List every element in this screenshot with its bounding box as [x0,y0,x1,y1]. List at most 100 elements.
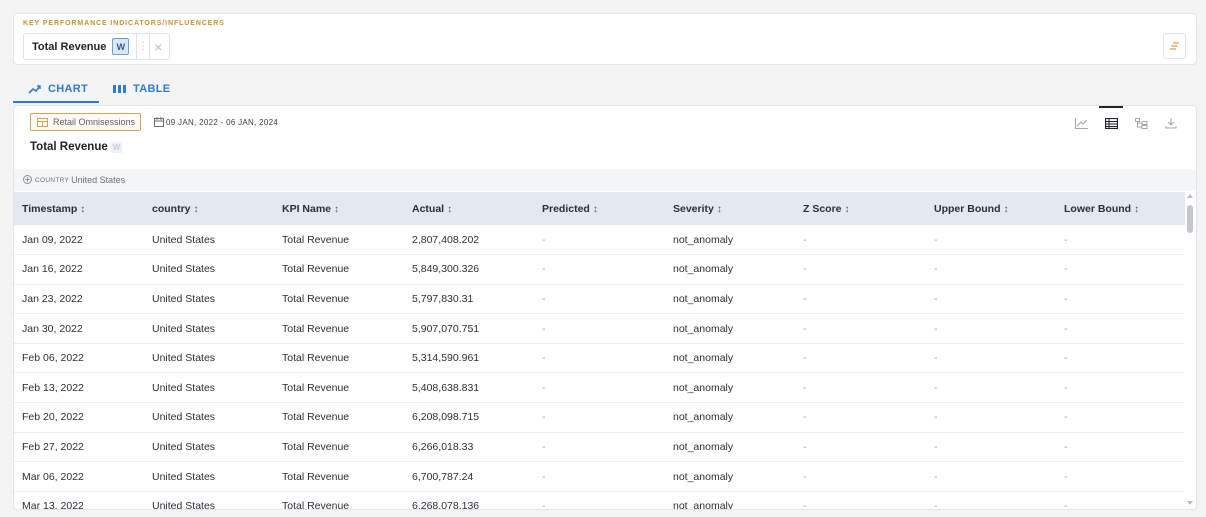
sort-icon[interactable]: ↕ [593,204,598,215]
drag-handle-icon[interactable]: ⋮ [137,41,149,52]
table-cell: - [803,470,807,483]
chart-view-button[interactable] [1068,116,1094,134]
table-cell: - [803,233,807,246]
table-cell: Feb 20, 2022 [22,411,84,424]
tab-table[interactable]: TABLE [113,76,170,102]
table-cell: - [1064,500,1068,510]
table-cell: Jan 09, 2022 [22,233,83,246]
table-cell: - [803,263,807,276]
table-cell: 5,408,638.831 [412,381,480,394]
table-cell: - [803,292,807,305]
panel-title: Total Revenue W [30,141,123,153]
table-cell: Mar 13, 2022 [22,500,84,510]
table-cell: not_anomaly [673,233,734,246]
close-icon[interactable]: × [150,39,166,55]
table-cell: United States [152,322,216,335]
sort-icon[interactable]: ↕ [334,204,339,215]
sort-icon[interactable]: ↕ [1134,204,1139,215]
table-cell: United States [152,381,216,394]
vertical-scrollbar[interactable] [1185,192,1196,509]
column-header-label: KPI Name [282,202,332,215]
scroll-up-arrow-icon[interactable] [1187,194,1193,198]
table-cell: - [934,352,938,365]
hierarchy-view-button[interactable] [1128,116,1154,134]
table-cell: not_anomaly [673,411,734,424]
table-cell: not_anomaly [673,263,734,276]
table-cell: - [934,470,938,483]
table-cell: United States [152,352,216,365]
download-button[interactable] [1158,116,1184,134]
table-cell: - [1064,322,1068,335]
table-cell: 6,266,018.33 [412,440,474,453]
menu-lines-icon [1169,37,1180,55]
add-filter-icon[interactable] [23,174,32,186]
column-header-label: Predicted [542,202,590,215]
table-cell: Total Revenue [282,322,350,335]
sort-icon[interactable]: ↕ [80,204,85,215]
table-row[interactable]: Jan 09, 2022 United States Total Revenue 2,… [14,225,1187,255]
table-cell: - [934,322,938,335]
table-cell: not_anomaly [673,500,734,510]
tab-chart-label: CHART [48,83,88,95]
table-cell: - [542,292,546,305]
scroll-down-arrow-icon[interactable] [1187,501,1193,505]
table-cell: Total Revenue [282,411,350,424]
table-row[interactable]: Jan 23, 2022 United States Total Revenue 5,… [14,284,1187,314]
hierarchy-icon [1134,116,1148,134]
table-cell: - [542,440,546,453]
table-cell: - [934,500,938,510]
kpi-header-card: KEY PERFORMANCE INDICATORS/INFLUENCERS T… [13,13,1197,65]
dataset-chip[interactable]: Retail Omnisessions [30,113,142,131]
column-header[interactable]: Predicted ↕ [534,192,665,225]
table-cell: - [803,500,807,510]
table-cell: - [542,470,546,483]
table-cell: - [1064,411,1068,424]
sort-icon[interactable]: ↕ [1004,204,1009,215]
table-cell: not_anomaly [673,470,734,483]
table-row[interactable]: Jan 30, 2022 United States Total Revenue 5,… [14,314,1187,344]
table-cell: - [542,322,546,335]
column-header[interactable]: Severity ↕ [665,192,795,225]
kpi-menu-button[interactable] [1163,33,1186,59]
table-row[interactable]: Mar 13, 2022 United States Total Revenue 6,… [14,491,1187,510]
table-view-button[interactable] [1098,106,1124,134]
table-row[interactable]: Mar 06, 2022 United States Total Revenue 6,… [14,462,1187,492]
kpi-weekly-badge[interactable]: W [112,38,130,55]
sort-icon[interactable]: ↕ [717,204,722,215]
table-cell: - [803,381,807,394]
table-cell: Total Revenue [282,381,350,394]
tab-chart[interactable]: CHART [28,76,88,102]
sort-icon[interactable]: ↕ [194,204,199,215]
column-header[interactable]: Lower Bound ↕ [1056,192,1187,225]
column-header-label: Timestamp [22,202,78,215]
date-range[interactable]: 09 JAN, 2022 - 06 JAN, 2024 [154,117,278,127]
table-cell: - [934,411,938,424]
sort-icon[interactable]: ↕ [845,204,850,215]
scrollbar-thumb[interactable] [1187,205,1193,233]
table-row[interactable]: Jan 16, 2022 United States Total Revenue 5,… [14,255,1187,285]
table-cell: - [1064,381,1068,394]
kpi-chip[interactable]: Total Revenue W ⋮ × [23,33,170,60]
table-cell: - [1064,470,1068,483]
table-cell: - [803,411,807,424]
table-row[interactable]: Feb 20, 2022 United States Total Revenue 6,… [14,403,1187,433]
table-cell: Total Revenue [282,233,350,246]
table-cell: United States [152,292,216,305]
table-cell: United States [152,470,216,483]
table-cell: Feb 27, 2022 [22,440,84,453]
table-row[interactable]: Feb 13, 2022 United States Total Revenue 5,… [14,373,1187,403]
table-body: Jan 09, 2022 United States Total Revenue 2,… [14,225,1187,510]
weekly-badge: W [110,141,123,153]
column-header[interactable]: KPI Name ↕ [274,192,404,225]
column-header[interactable]: Actual ↕ [404,192,534,225]
column-header[interactable]: Upper Bound ↕ [926,192,1056,225]
table-row[interactable]: Feb 27, 2022 United States Total Revenue 6,… [14,432,1187,462]
sort-icon[interactable]: ↕ [447,204,452,215]
table-cell: - [1064,292,1068,305]
table-row[interactable]: Feb 06, 2022 United States Total Revenue 5,… [14,343,1187,373]
column-header[interactable]: Timestamp ↕ [14,192,144,225]
table-cell: - [542,233,546,246]
table-cell: - [934,292,938,305]
column-header[interactable]: Z Score ↕ [795,192,926,225]
column-header[interactable]: country ↕ [144,192,274,225]
